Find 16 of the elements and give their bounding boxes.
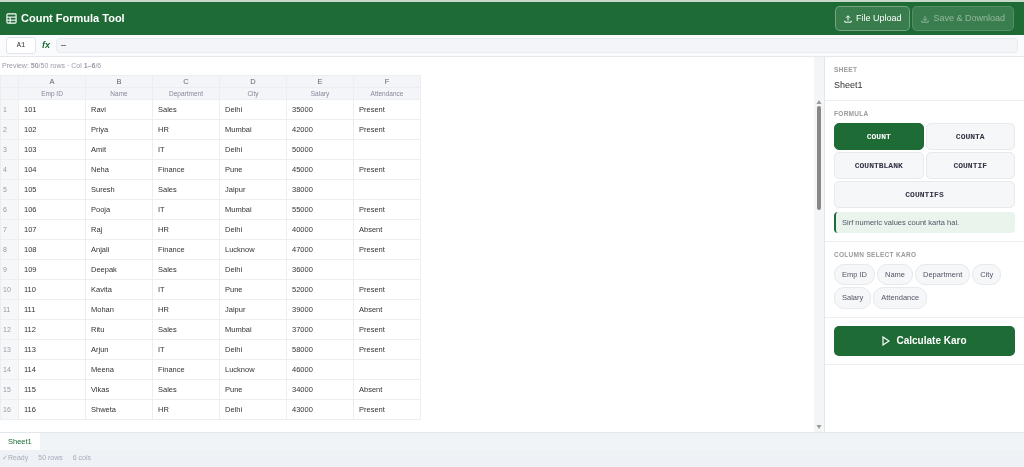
sheet-name: Sheet1 bbox=[834, 78, 864, 92]
formula-button[interactable]: COUNTIF bbox=[925, 152, 1015, 179]
app-title: Count Formula Tool bbox=[21, 11, 125, 27]
formula-button[interactable]: COUNTIFS bbox=[834, 181, 1015, 208]
formula-button[interactable]: COUNTA bbox=[925, 123, 1015, 150]
formula-field[interactable]: – bbox=[56, 38, 1018, 53]
table-icon bbox=[6, 13, 17, 24]
file-upload-button[interactable]: File Upload bbox=[834, 5, 911, 32]
download-icon bbox=[921, 14, 930, 23]
scrollbar[interactable] bbox=[814, 57, 824, 432]
upload-icon bbox=[843, 14, 852, 23]
formula-button[interactable]: COUNT bbox=[834, 123, 924, 150]
formula-button[interactable]: COUNTBLANK bbox=[834, 152, 924, 179]
play-icon bbox=[882, 335, 891, 346]
calculate-button[interactable]: Calculate Karo bbox=[834, 325, 1015, 356]
fx-label: fx bbox=[42, 38, 50, 52]
